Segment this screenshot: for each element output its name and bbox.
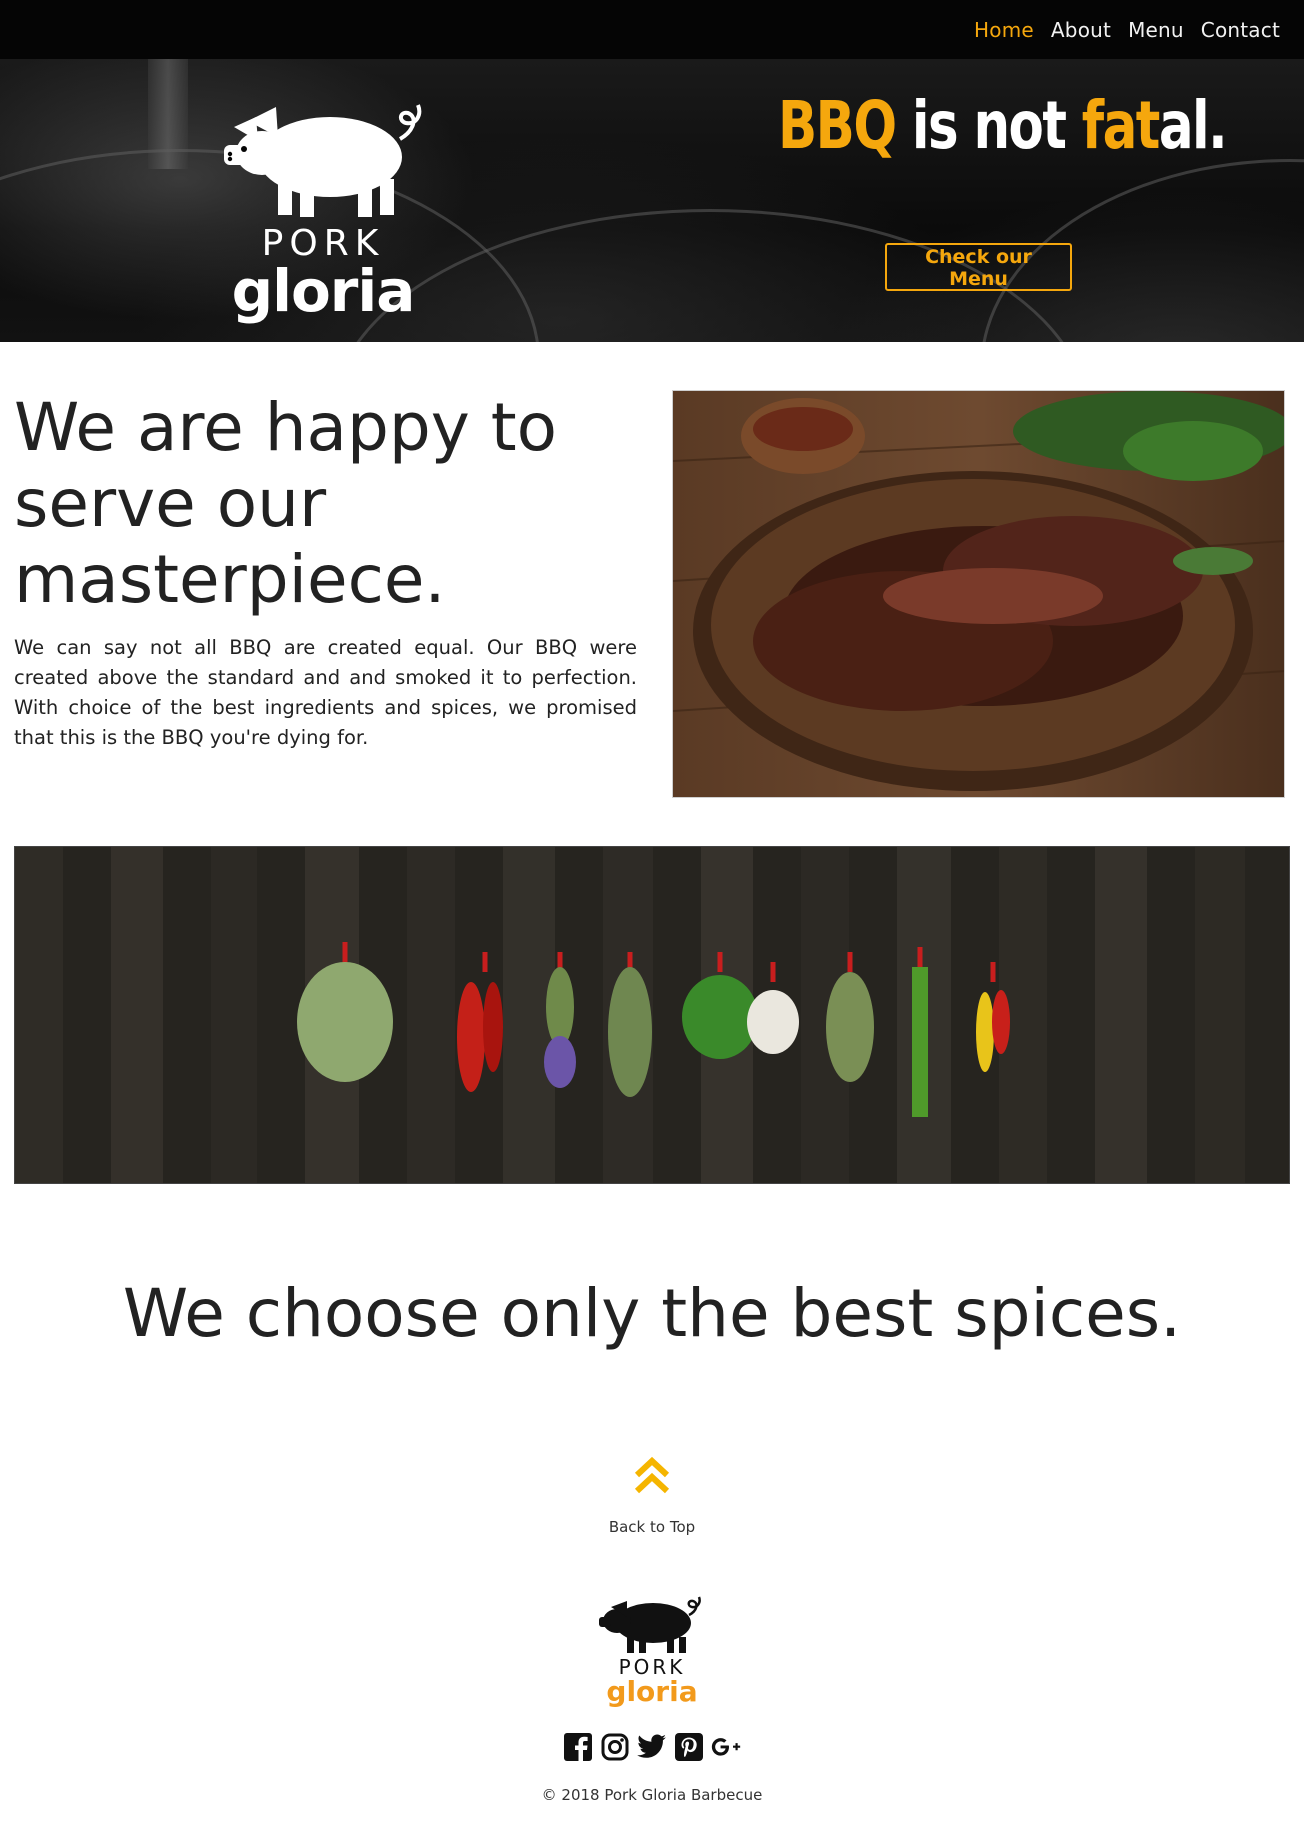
- nav-menu-link[interactable]: Menu: [1128, 18, 1184, 42]
- pinterest-icon[interactable]: [674, 1732, 704, 1762]
- herbs-banner-photo: [14, 846, 1290, 1184]
- headline-bbq: BBQ: [778, 87, 897, 164]
- intro-paragraph: We can say not all BBQ are created equal…: [14, 636, 637, 749]
- footer-wordmark-gloria: gloria: [606, 1675, 697, 1707]
- google-plus-icon[interactable]: [711, 1732, 741, 1762]
- intro-title: We are happy to serve our masterpiece.: [14, 389, 558, 618]
- pork-gloria-logo[interactable]: PORK gloria: [218, 87, 428, 327]
- headline-is-not: is not: [895, 87, 1082, 164]
- footer-logo[interactable]: PORK gloria: [597, 1595, 707, 1708]
- instagram-icon[interactable]: [600, 1732, 630, 1762]
- ribs-photo: [672, 390, 1285, 798]
- hero-banner: PORK gloria BBQ is not fatal. Check our …: [0, 59, 1304, 342]
- spices-heading: We choose only the best spices.: [122, 1275, 1182, 1352]
- hero-headline: BBQ is not fatal.: [778, 87, 1228, 164]
- nav-home-link[interactable]: Home: [974, 18, 1034, 42]
- check-menu-button[interactable]: Check our Menu: [885, 243, 1072, 291]
- double-chevron-up-icon[interactable]: [633, 1455, 671, 1497]
- headline-al: al.: [1158, 87, 1228, 164]
- twitter-icon[interactable]: [637, 1732, 667, 1762]
- copyright-text: © 2018 Pork Gloria Barbecue: [541, 1786, 763, 1804]
- footer-pig-logo-icon: PORK gloria: [599, 1596, 701, 1708]
- facebook-icon[interactable]: [563, 1732, 593, 1762]
- logo-wordmark-gloria: gloria: [232, 257, 415, 325]
- nav-about-link[interactable]: About: [1051, 18, 1111, 42]
- back-to-top-link[interactable]: Back to Top: [0, 1518, 1304, 1536]
- nav-contact-link[interactable]: Contact: [1201, 18, 1280, 42]
- ribs-image: [673, 391, 1284, 797]
- social-links: [0, 1732, 1304, 1762]
- top-navbar: Home About Menu Contact: [0, 0, 1304, 59]
- pig-logo-icon: PORK gloria: [224, 104, 422, 325]
- herbs-image: [15, 847, 1289, 1183]
- headline-fat: fat: [1081, 87, 1161, 164]
